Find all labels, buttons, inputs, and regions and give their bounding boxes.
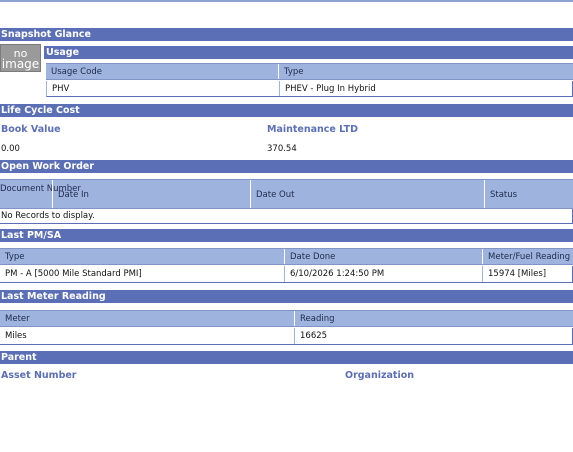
table-row[interactable]: PM - A [5000 Mile Standard PMI] 6/10/202… bbox=[0, 266, 573, 283]
section-title: Snapshot Glance bbox=[1, 29, 91, 40]
no-records-text: No Records to display. bbox=[1, 211, 95, 221]
section-snapshot-glance: Snapshot Glance bbox=[0, 28, 573, 41]
section-parent: Parent bbox=[0, 351, 573, 364]
section-title: Parent bbox=[1, 352, 37, 363]
column-header-reading[interactable]: Reading bbox=[294, 311, 573, 326]
column-header-date-in[interactable]: Date In bbox=[52, 180, 250, 208]
table-row[interactable]: PHV PHEV - Plug In Hybrid bbox=[46, 81, 573, 97]
work-order-table-header: Document Number Date In Date Out Status bbox=[0, 179, 573, 209]
column-header-type[interactable]: Type bbox=[0, 249, 284, 264]
asset-number-label: Asset Number bbox=[1, 370, 77, 381]
cell-reading: 16625 bbox=[294, 328, 573, 344]
section-title: Open Work Order bbox=[1, 161, 95, 172]
cell-usage-code: PHV bbox=[52, 84, 70, 94]
cell-type: PHEV - Plug In Hybrid bbox=[279, 81, 573, 96]
maintenance-ltd-value: 370.54 bbox=[267, 144, 297, 154]
usage-table-header: Usage Code Type bbox=[46, 63, 573, 80]
section-usage: Usage bbox=[44, 46, 573, 59]
empty-records-row: No Records to display. bbox=[0, 209, 573, 224]
pm-table-header: Type Date Done Meter/Fuel Reading bbox=[0, 248, 573, 265]
section-last-meter-reading: Last Meter Reading bbox=[0, 290, 573, 303]
organization-label: Organization bbox=[345, 370, 415, 381]
table-row[interactable]: Miles 16625 bbox=[0, 328, 573, 345]
no-image-line2: image bbox=[1, 57, 40, 71]
column-header-date-done[interactable]: Date Done bbox=[284, 249, 482, 264]
column-header-usage-code[interactable]: Usage Code bbox=[46, 64, 278, 79]
column-header-date-out[interactable]: Date Out bbox=[250, 180, 484, 208]
section-title: Last PM/SA bbox=[1, 230, 62, 241]
column-header-meter-fuel-reading[interactable]: Meter/Fuel Reading bbox=[482, 249, 573, 264]
book-value: 0.00 bbox=[1, 144, 20, 154]
cell-type: PM - A [5000 Mile Standard PMI] bbox=[5, 269, 142, 279]
section-title: Usage bbox=[46, 47, 80, 58]
maintenance-ltd-label: Maintenance LTD bbox=[267, 124, 359, 135]
section-title: Last Meter Reading bbox=[1, 291, 106, 302]
no-image-placeholder: no image bbox=[0, 44, 41, 72]
column-header-document-number[interactable]: Document Number bbox=[0, 180, 81, 208]
book-value-label: Book Value bbox=[1, 124, 61, 135]
section-title: Life Cycle Cost bbox=[1, 105, 80, 116]
column-header-meter[interactable]: Meter bbox=[0, 311, 294, 326]
top-border bbox=[0, 0, 573, 2]
column-header-status[interactable]: Status bbox=[484, 180, 573, 208]
cell-meter-reading: 15974 [Miles] bbox=[482, 266, 573, 282]
section-last-pm-sa: Last PM/SA bbox=[0, 229, 573, 242]
section-open-work-order: Open Work Order bbox=[0, 160, 573, 173]
meter-table-header: Meter Reading bbox=[0, 310, 573, 327]
section-life-cycle-cost: Life Cycle Cost bbox=[0, 104, 573, 117]
cell-meter: Miles bbox=[5, 331, 27, 341]
column-header-type[interactable]: Type bbox=[278, 64, 573, 79]
cell-date-done: 6/10/2026 1:24:50 PM bbox=[284, 266, 482, 282]
